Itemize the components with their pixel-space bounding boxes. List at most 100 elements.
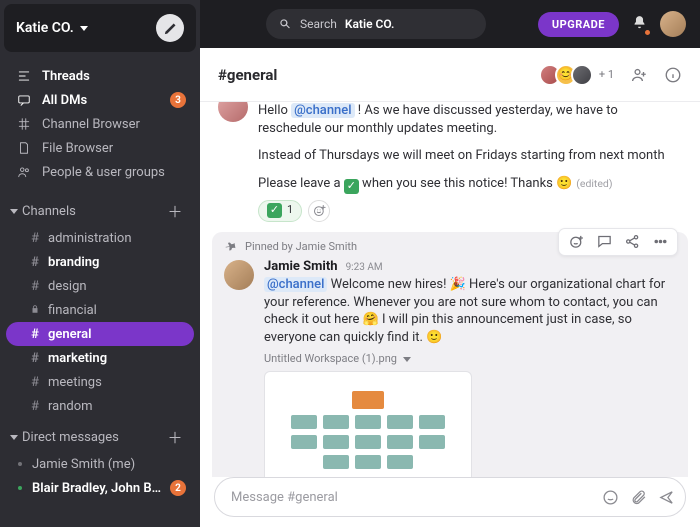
nav-list: Threads All DMs 3 Channel Browser File B… xyxy=(0,56,200,192)
channel-label: general xyxy=(48,327,91,342)
channel-item-design[interactable]: # design xyxy=(0,274,200,298)
nav-people[interactable]: People & user groups xyxy=(0,160,200,184)
presence-indicator xyxy=(16,484,24,492)
hash-icon: # xyxy=(30,351,40,366)
current-user-avatar[interactable] xyxy=(660,11,686,37)
channel-item-financial[interactable]: financial xyxy=(0,298,200,322)
file-icon xyxy=(16,141,32,155)
channel-info-button[interactable] xyxy=(664,66,682,84)
dms-section-header[interactable]: Direct messages ＋ xyxy=(0,418,200,452)
attachment-thumbnail[interactable] xyxy=(264,371,472,477)
member-overflow-count: + 1 xyxy=(599,68,614,81)
channel-item-random[interactable]: #random xyxy=(0,394,200,418)
channel-item-administration[interactable]: # administration xyxy=(0,226,200,250)
reply-thread-action[interactable] xyxy=(595,233,613,251)
pinned-message: Pinned by Jamie Smith Jamie Smith 9:23 A… xyxy=(212,232,688,477)
attachment-header[interactable]: Untitled Workspace (1).png xyxy=(264,352,676,367)
hash-icon: # xyxy=(30,255,40,270)
nav-label: Channel Browser xyxy=(42,117,140,132)
channel-label: financial xyxy=(48,303,97,318)
channel-item-general[interactable]: # general xyxy=(6,322,194,346)
share-action[interactable] xyxy=(623,233,641,251)
add-reaction-button[interactable] xyxy=(308,200,330,222)
workspace-switcher[interactable]: Katie CO. xyxy=(4,4,196,52)
chevron-down-icon xyxy=(80,26,88,31)
channel-label: marketing xyxy=(48,351,107,366)
nav-label: File Browser xyxy=(42,141,113,156)
member-avatar xyxy=(571,64,593,86)
message-text: Please leave a ✓ when you see this notic… xyxy=(258,175,682,194)
upgrade-button[interactable]: UPGRADE xyxy=(538,12,619,37)
nav-file-browser[interactable]: File Browser xyxy=(0,136,200,160)
dm-label: Blair Bradley, John Ba... xyxy=(32,481,162,496)
mention[interactable]: @channel xyxy=(291,103,354,118)
channel-item-marketing[interactable]: # marketing xyxy=(0,346,200,370)
reaction-count: 1 xyxy=(287,203,293,218)
topbar: Search Katie CO. UPGRADE xyxy=(200,0,700,48)
channel-title: #general xyxy=(218,66,277,84)
message-text: Hello @channel ! As we have discussed ye… xyxy=(258,102,682,137)
message-text: Instead of Thursdays we will meet on Fri… xyxy=(258,147,682,165)
hash-icon: # xyxy=(30,231,40,246)
send-button[interactable] xyxy=(657,488,675,506)
message-time: 9:23 AM xyxy=(346,261,383,275)
section-label: Channels xyxy=(22,204,76,219)
pinned-by-label: Pinned by Jamie Smith xyxy=(245,240,357,255)
composer-input[interactable] xyxy=(231,490,591,505)
edited-label: (edited) xyxy=(576,177,612,190)
nav-label: All DMs xyxy=(42,93,87,108)
nav-label: People & user groups xyxy=(42,165,165,180)
dm-item[interactable]: Jamie Smith (me) xyxy=(0,452,200,476)
bell-icon xyxy=(631,14,648,31)
hash-icon: # xyxy=(30,327,40,342)
compose-button[interactable] xyxy=(156,14,184,42)
author-avatar[interactable] xyxy=(218,102,248,122)
add-dm-button[interactable]: ＋ xyxy=(166,428,184,446)
threads-icon xyxy=(16,69,32,83)
channel-label: random xyxy=(48,399,93,414)
sidebar: Katie CO. Threads All DMs 3 Channel Brow… xyxy=(0,0,200,527)
channel-label: design xyxy=(48,279,87,294)
chevron-down-icon xyxy=(10,209,18,214)
notifications-button[interactable] xyxy=(631,14,648,35)
chevron-down-icon xyxy=(10,435,18,440)
add-channel-button[interactable]: ＋ xyxy=(166,202,184,220)
member-avatars[interactable]: 😊 + 1 xyxy=(545,64,614,86)
channel-header: #general 😊 + 1 xyxy=(200,48,700,102)
pencil-icon xyxy=(163,21,178,36)
channel-label: branding xyxy=(48,255,99,270)
channel-label: administration xyxy=(48,231,132,246)
dm-label: Jamie Smith (me) xyxy=(32,457,135,472)
more-actions[interactable] xyxy=(651,233,669,251)
message: Hello @channel ! As we have discussed ye… xyxy=(206,102,694,228)
presence-indicator xyxy=(16,460,24,468)
people-icon xyxy=(16,165,32,179)
search-input[interactable]: Search Katie CO. xyxy=(266,9,486,39)
lock-icon xyxy=(30,303,40,318)
hash-icon: # xyxy=(30,279,40,294)
pin-icon xyxy=(224,239,239,254)
checkmark-emoji: ✓ xyxy=(344,179,359,194)
reaction[interactable]: ✓ 1 xyxy=(258,200,302,222)
dm-item[interactable]: Blair Bradley, John Ba...2 xyxy=(0,476,200,500)
add-reaction-action[interactable] xyxy=(567,233,585,251)
channel-browser-icon xyxy=(16,117,32,131)
nav-threads[interactable]: Threads xyxy=(0,64,200,88)
channel-item-meetings[interactable]: #meetings xyxy=(0,370,200,394)
author-avatar[interactable] xyxy=(224,260,254,290)
nav-channel-browser[interactable]: Channel Browser xyxy=(0,112,200,136)
emoji-button[interactable] xyxy=(601,488,619,506)
nav-all-dms[interactable]: All DMs 3 xyxy=(0,88,200,112)
attachment-name: Untitled Workspace (1).png xyxy=(264,352,397,367)
unread-badge: 3 xyxy=(170,92,186,108)
message-text: @channel Welcome new hires! 🎉 Here's our… xyxy=(264,276,676,346)
add-member-button[interactable] xyxy=(630,66,648,84)
message-author[interactable]: Jamie Smith xyxy=(264,258,338,276)
mention[interactable]: @channel xyxy=(264,277,327,292)
channels-section-header[interactable]: Channels ＋ xyxy=(0,192,200,226)
workspace-name: Katie CO. xyxy=(16,20,74,36)
attach-button[interactable] xyxy=(629,488,647,506)
hash-icon: # xyxy=(30,375,40,390)
notification-dot xyxy=(644,29,651,36)
channel-item-branding[interactable]: # branding xyxy=(0,250,200,274)
